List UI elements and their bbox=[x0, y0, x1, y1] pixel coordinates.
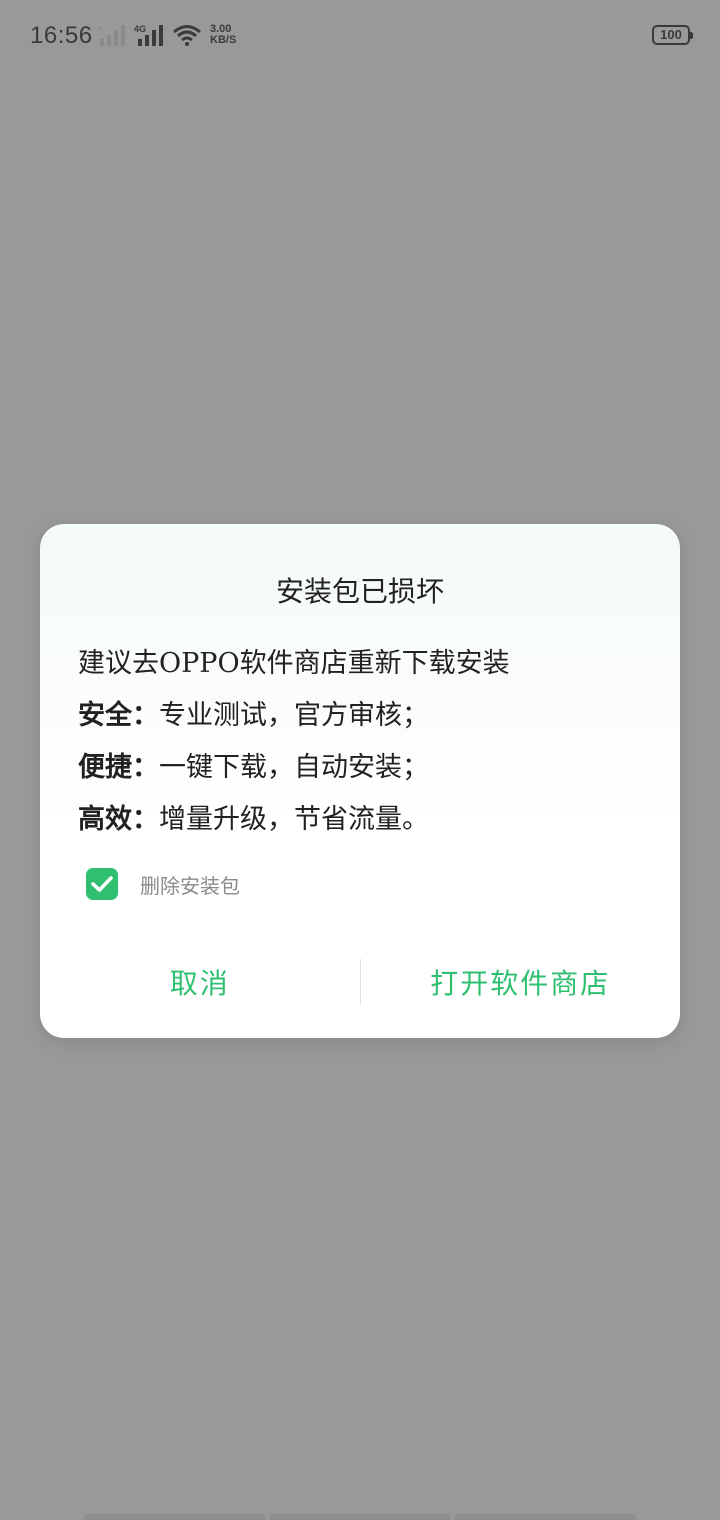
wifi-icon bbox=[173, 25, 201, 46]
feature-safe: 安全：专业测试，官方审核； bbox=[78, 690, 648, 742]
nav-segment bbox=[454, 1514, 636, 1520]
feature-convenient: 便捷：一键下载，自动安装； bbox=[78, 742, 648, 794]
dialog-intro: 建议去OPPO软件商店重新下载安装 bbox=[78, 648, 510, 679]
feature-efficient: 高效：增量升级，节省流量。 bbox=[78, 794, 648, 846]
delete-package-label[interactable]: 删除安装包 bbox=[140, 870, 240, 899]
battery-level: 100 bbox=[660, 27, 682, 42]
signal-sim1-icon: × bbox=[98, 24, 125, 46]
checkmark-icon bbox=[91, 876, 113, 892]
feature-text: 专业测试，官方审核； bbox=[159, 700, 429, 731]
feature-label: 高效： bbox=[78, 804, 159, 835]
open-app-store-button[interactable]: 打开软件商店 bbox=[361, 954, 681, 1010]
delete-package-checkbox[interactable] bbox=[86, 868, 118, 900]
svg-text:×: × bbox=[98, 24, 103, 34]
status-icons: × 4G 3.00 KB/S bbox=[98, 24, 236, 46]
feature-text: 增量升级，节省流量。 bbox=[159, 804, 429, 835]
feature-label: 便捷： bbox=[78, 752, 159, 783]
speed-unit: KB/S bbox=[210, 34, 237, 46]
network-type-label: 4G bbox=[134, 24, 146, 34]
dialog-actions: 取消 打开软件商店 bbox=[40, 954, 680, 1010]
feature-text: 一键下载，自动安装； bbox=[159, 752, 429, 783]
feature-label: 安全： bbox=[78, 700, 159, 731]
nav-segment bbox=[84, 1514, 266, 1520]
network-speed: 3.00 KB/S bbox=[210, 24, 236, 46]
cancel-button[interactable]: 取消 bbox=[40, 954, 360, 1010]
dialog-title: 安装包已损坏 bbox=[275, 575, 444, 608]
delete-package-option[interactable]: 删除安装包 bbox=[86, 868, 240, 900]
navigation-gesture-bar[interactable] bbox=[84, 1514, 636, 1520]
signal-sim2-icon: 4G bbox=[134, 24, 163, 46]
status-time: 16:56 bbox=[30, 22, 93, 49]
dialog-message: 建议去OPPO软件商店重新下载安装 安全：专业测试，官方审核； 便捷：一键下载，… bbox=[78, 638, 648, 846]
corrupted-package-dialog: 安装包已损坏 建议去OPPO软件商店重新下载安装 安全：专业测试，官方审核； 便… bbox=[40, 524, 680, 1038]
battery-icon: 100 bbox=[652, 25, 693, 45]
status-bar: 16:56 × 4G 3.00 KB/S 100 bbox=[0, 0, 720, 72]
nav-segment bbox=[269, 1514, 451, 1520]
